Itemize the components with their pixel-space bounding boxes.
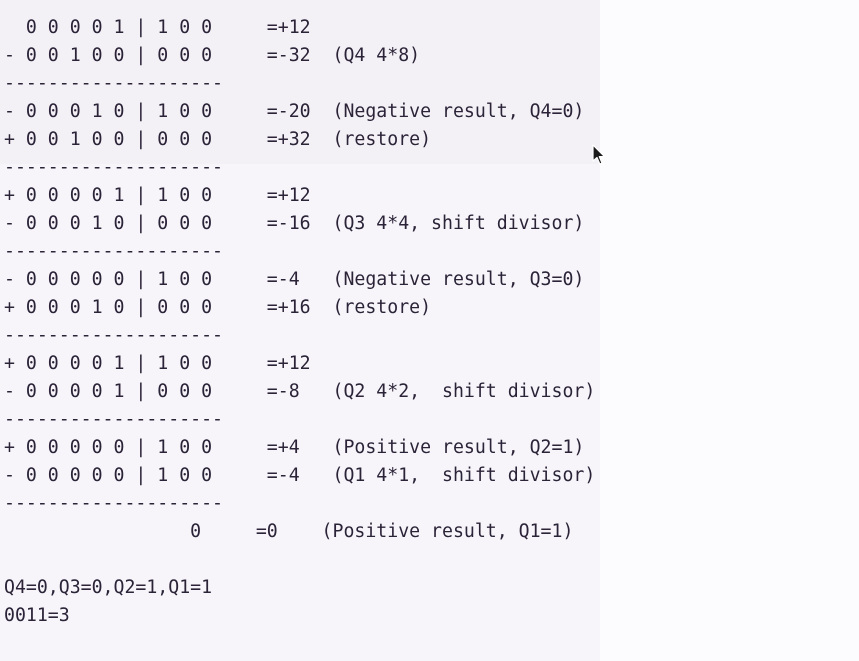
code-line: -------------------- [4,241,223,262]
code-line: + 0 0 0 0 1 | 1 0 0 =+12 [4,353,311,374]
code-line: + 0 0 0 1 0 | 0 0 0 =+16 (restore) [4,297,432,318]
code-line: + 0 0 0 0 0 | 1 0 0 =+4 (Positive result… [4,437,585,458]
code-line: - 0 0 0 0 1 | 0 0 0 =-8 (Q2 4*2, shift d… [4,381,596,402]
code-line: -------------------- [4,73,223,94]
code-line: - 0 0 1 0 0 | 0 0 0 =-32 (Q4 4*8) [4,45,421,66]
code-line: + 0 0 0 0 1 | 1 0 0 =+12 [4,185,311,206]
code-line: 0011=3 [4,605,70,626]
code-line: - 0 0 0 0 0 | 1 0 0 =-4 (Q1 4*1, shift d… [4,465,596,486]
code-line: - 0 0 0 1 0 | 1 0 0 =-20 (Negative resul… [4,101,585,122]
code-line: Q4=0,Q3=0,Q2=1,Q1=1 [4,577,213,598]
code-line: + 0 0 1 0 0 | 0 0 0 =+32 (restore) [4,129,432,150]
code-text: 0 0 0 0 1 | 1 0 0 =+12 - 0 0 1 0 0 | 0 0 … [4,14,595,630]
code-block: 0 0 0 0 1 | 1 0 0 =+12 - 0 0 1 0 0 | 0 0 … [0,0,600,661]
code-line: - 0 0 0 1 0 | 0 0 0 =-16 (Q3 4*4, shift … [4,213,585,234]
code-line: -------------------- [4,493,223,514]
code-line: -------------------- [4,325,223,346]
code-line: 0 0 0 0 1 | 1 0 0 =+12 [4,17,311,38]
code-line: - 0 0 0 0 0 | 1 0 0 =-4 (Negative result… [4,269,585,290]
mouse-pointer-icon [592,144,606,165]
code-line: -------------------- [4,409,223,430]
code-line: -------------------- [4,157,223,178]
empty-area [600,0,859,661]
code-line: 0 =0 (Positive result, Q1=1) [4,521,574,542]
